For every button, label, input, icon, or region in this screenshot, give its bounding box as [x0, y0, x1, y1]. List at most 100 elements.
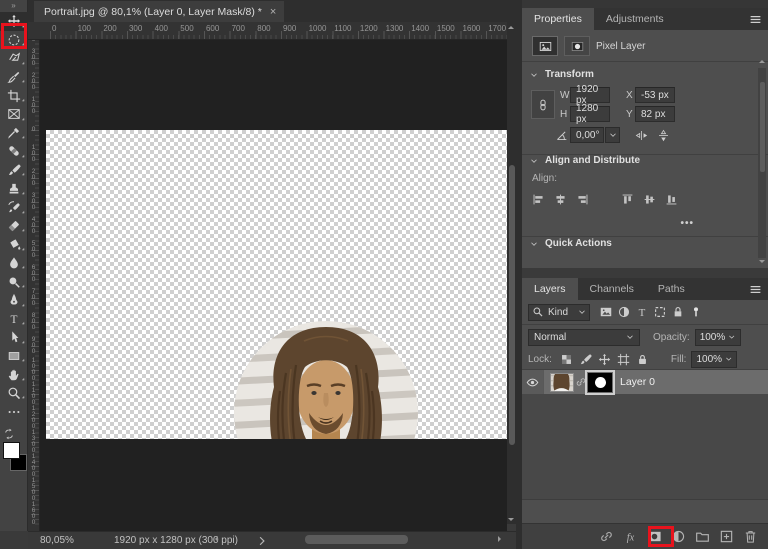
filter-pixel-layers-icon[interactable]	[599, 305, 613, 319]
align-top-edges-icon[interactable]	[621, 193, 634, 206]
layer-thumbnail[interactable]	[550, 372, 574, 392]
angle-dropdown-button[interactable]	[605, 127, 620, 143]
filter-adjustment-layers-icon[interactable]	[617, 305, 631, 319]
frame-tool[interactable]	[0, 105, 28, 124]
crop-tool[interactable]	[0, 86, 28, 105]
scroll-left-arrow-icon[interactable]	[215, 536, 218, 542]
layer-row[interactable]: Layer 0	[522, 369, 768, 395]
blur-tool[interactable]	[0, 254, 28, 273]
link-dimensions-button[interactable]	[531, 90, 555, 119]
align-more-button[interactable]: •••	[672, 214, 712, 231]
zoom-level-field[interactable]: 80,05%	[40, 535, 90, 546]
swap-colors-icon[interactable]	[3, 428, 25, 440]
tab-channels[interactable]: Channels	[578, 278, 646, 300]
lock-artboard-icon[interactable]	[617, 353, 630, 366]
document-tab[interactable]: Portrait.jpg @ 80,1% (Layer 0, Layer Mas…	[34, 1, 285, 22]
quick-selection-tool[interactable]	[0, 68, 28, 87]
spot-healing-brush-tool-icon	[7, 144, 21, 158]
zoom-tool[interactable]	[0, 384, 28, 403]
filter-type-layers-icon[interactable]: T	[635, 305, 649, 319]
lock-transparent-pixels-icon[interactable]	[560, 353, 573, 366]
eyedropper-tool[interactable]	[0, 124, 28, 143]
width-field[interactable]: 1920 px	[570, 84, 610, 106]
mask-thumb-button[interactable]	[564, 36, 590, 56]
flip-horizontal-icon[interactable]	[635, 129, 648, 142]
scroll-right-arrow-icon[interactable]	[498, 536, 501, 542]
path-selection-tool[interactable]	[0, 328, 28, 347]
lock-all-icon[interactable]	[636, 353, 649, 366]
tab-layers[interactable]: Layers	[522, 278, 578, 300]
align-horizontal-centers-icon[interactable]	[554, 193, 567, 206]
status-chevron-icon[interactable]	[256, 535, 268, 547]
align-section-header[interactable]: Align and Distribute	[522, 152, 752, 170]
scroll-down-arrow-icon[interactable]	[508, 518, 514, 521]
scroll-up-arrow-icon[interactable]	[508, 26, 514, 29]
tab-paths[interactable]: Paths	[646, 278, 697, 300]
clone-stamp-tool[interactable]	[0, 179, 28, 198]
fill-field[interactable]: 100%	[691, 350, 738, 368]
brush-tool[interactable]	[0, 161, 28, 180]
x-position-field[interactable]: -53 px	[635, 87, 675, 103]
layer-filter-toggle-icon[interactable]	[689, 305, 703, 319]
transform-section-header[interactable]: Transform	[522, 62, 768, 84]
spot-healing-brush-tool[interactable]	[0, 142, 28, 161]
eraser-tool[interactable]	[0, 217, 28, 236]
filter-shape-layers-icon[interactable]	[653, 305, 667, 319]
align-vertical-centers-icon[interactable]	[643, 193, 656, 206]
scroll-down-arrow-icon[interactable]	[759, 260, 765, 263]
height-field[interactable]: 1280 px	[570, 103, 610, 125]
kind-filter-select[interactable]: Kind	[528, 303, 590, 321]
layer-effects-icon[interactable]: fx	[623, 529, 638, 544]
panel-menu-icon[interactable]	[742, 278, 768, 300]
chevron-down-icon	[530, 157, 538, 165]
foreground-color-swatch[interactable]	[3, 442, 20, 459]
vruler-label: 1 0 0	[31, 96, 36, 115]
rectangle-tool[interactable]	[0, 347, 28, 366]
edit-toolbar[interactable]	[0, 402, 28, 421]
dodge-tool[interactable]	[0, 272, 28, 291]
canvas-vertical-scrollbar-thumb[interactable]	[508, 165, 515, 445]
tab-close-icon[interactable]: ×	[270, 6, 276, 18]
quick-actions-header[interactable]: Quick Actions	[522, 235, 752, 253]
document-canvas[interactable]	[46, 130, 507, 439]
history-brush-tool[interactable]	[0, 198, 28, 217]
scroll-up-arrow-icon[interactable]	[759, 60, 765, 63]
mask-link-icon[interactable]	[575, 376, 587, 388]
flip-vertical-icon[interactable]	[657, 129, 670, 142]
paint-bucket-tool[interactable]	[0, 235, 28, 254]
lock-image-pixels-icon[interactable]	[579, 353, 592, 366]
layer-visibility-toggle[interactable]	[522, 370, 544, 394]
blend-mode-select[interactable]: Normal	[528, 328, 640, 346]
pen-tool[interactable]	[0, 291, 28, 310]
hand-tool[interactable]	[0, 365, 28, 384]
layer-mask-thumbnail[interactable]	[585, 369, 615, 395]
pixel-layer-thumb-button[interactable]	[532, 36, 558, 56]
link-layers-icon[interactable]	[599, 529, 614, 544]
tab-adjustments[interactable]: Adjustments	[594, 8, 676, 30]
panel-menu-icon[interactable]	[742, 8, 768, 30]
new-group-icon[interactable]	[695, 529, 710, 544]
portrait-image[interactable]	[234, 321, 418, 439]
canvas-pasteboard[interactable]	[40, 40, 507, 531]
delete-layer-icon[interactable]	[743, 529, 758, 544]
y-position-field[interactable]: 82 px	[635, 106, 675, 122]
tab-properties[interactable]: Properties	[522, 8, 594, 30]
fill-value: 100%	[696, 353, 723, 365]
layer-name[interactable]: Layer 0	[620, 376, 655, 388]
vruler-label: 8 0 0	[31, 312, 36, 331]
canvas-horizontal-scrollbar-thumb[interactable]	[305, 535, 408, 544]
vruler-label: 0	[31, 126, 36, 133]
toolbar-expand-button[interactable]: »	[0, 0, 28, 12]
opacity-field[interactable]: 100%	[694, 328, 741, 346]
hruler-label: 600	[205, 24, 220, 33]
rotation-angle-field[interactable]: 0,00°	[570, 127, 604, 143]
align-left-edges-icon[interactable]	[532, 193, 545, 206]
align-bottom-edges-icon[interactable]	[665, 193, 678, 206]
filter-smart-objects-icon[interactable]	[671, 305, 685, 319]
properties-scrollbar-thumb[interactable]	[759, 82, 765, 172]
lasso-tool[interactable]	[0, 49, 28, 68]
type-tool[interactable]: T	[0, 310, 28, 329]
lock-position-icon[interactable]	[598, 353, 611, 366]
align-right-edges-icon[interactable]	[576, 193, 589, 206]
new-layer-icon[interactable]	[719, 529, 734, 544]
